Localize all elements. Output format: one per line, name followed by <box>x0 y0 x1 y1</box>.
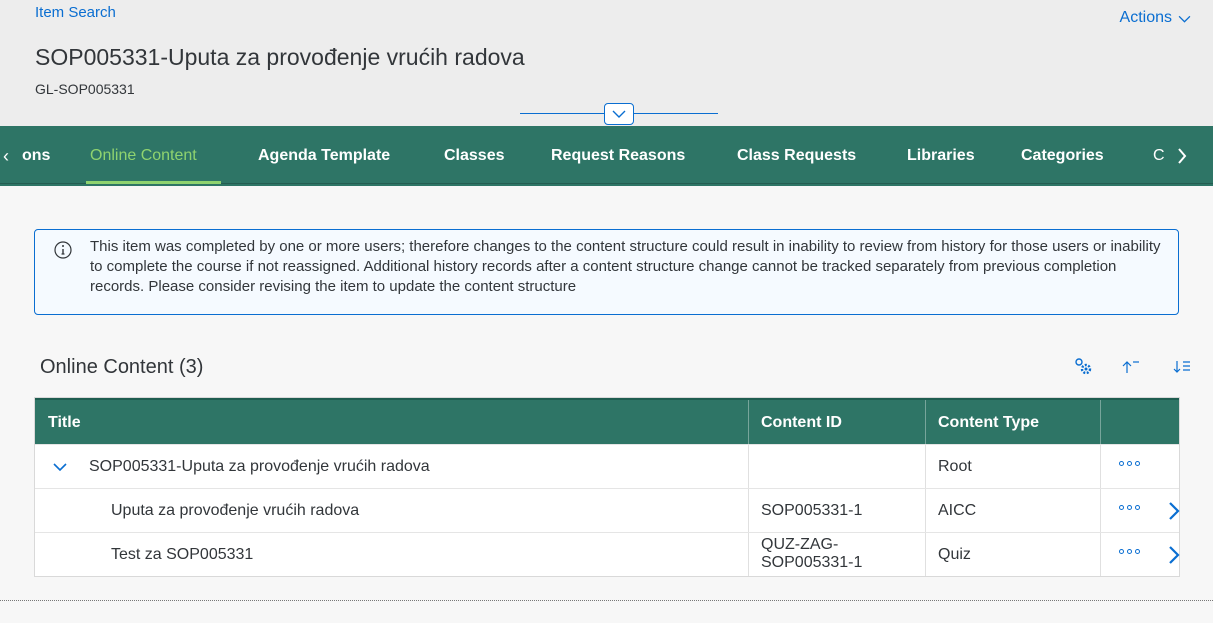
more-options-icon[interactable] <box>1119 461 1140 466</box>
column-header-content-type[interactable]: Content Type <box>938 414 1039 432</box>
actions-menu-button[interactable]: Actions <box>1120 9 1191 27</box>
page-title: SOP005331-Uputa za provođenje vrućih rad… <box>35 44 525 70</box>
cell-content-id: QUZ-ZAG- SOP005331-1 <box>761 536 862 572</box>
chevron-down-icon <box>612 110 626 118</box>
cell-content-id-line: SOP005331-1 <box>761 554 863 571</box>
settings-icon[interactable] <box>1070 356 1096 378</box>
collapse-line-right <box>634 113 718 114</box>
column-divider <box>748 533 749 576</box>
navigate-chevron-right-icon[interactable] <box>1167 501 1181 521</box>
info-message-strip: This item was completed by one or more u… <box>34 229 1179 315</box>
tab-scroll-left-icon[interactable]: ‹ <box>3 146 9 167</box>
cell-content-type: AICC <box>938 502 977 519</box>
chevron-down-icon[interactable] <box>53 462 67 472</box>
cell-title: Test za SOP005331 <box>111 546 254 563</box>
tab-online-content[interactable]: Online Content <box>90 147 197 165</box>
tab-partial-left[interactable]: ons <box>22 147 50 165</box>
column-header-content-id[interactable]: Content ID <box>761 414 842 432</box>
tab-class-requests[interactable]: Class Requests <box>737 147 856 165</box>
selected-tab-indicator <box>86 181 221 184</box>
actions-label: Actions <box>1119 9 1172 26</box>
info-icon <box>54 241 72 259</box>
collapse-header-button[interactable] <box>604 103 634 125</box>
column-divider <box>925 489 926 532</box>
cell-content-id-line: QUZ-ZAG- <box>761 536 839 553</box>
column-divider <box>748 445 749 488</box>
column-divider <box>748 489 749 532</box>
object-page-header: Item Search Actions SOP005331-Uputa za p… <box>0 0 1213 126</box>
column-divider <box>1100 489 1101 532</box>
tab-libraries[interactable]: Libraries <box>907 147 975 165</box>
table-row[interactable]: SOP005331-Uputa za provođenje vrućih rad… <box>35 444 1179 488</box>
tab-request-reasons[interactable]: Request Reasons <box>551 147 685 165</box>
online-content-table: Title Content ID Content Type SOP005331-… <box>34 397 1180 577</box>
column-header-title[interactable]: Title <box>48 414 81 432</box>
column-divider <box>1100 533 1101 576</box>
table-row[interactable]: Uputa za provođenje vrućih radova SOP005… <box>35 488 1181 532</box>
column-divider <box>925 445 926 488</box>
tab-classes[interactable]: Classes <box>444 147 505 165</box>
navigate-chevron-right-icon[interactable] <box>1167 545 1181 565</box>
breadcrumb-item-search[interactable]: Item Search <box>35 4 116 21</box>
cell-content-type: Root <box>938 458 972 475</box>
collapse-line-left <box>520 113 604 114</box>
footer-divider <box>0 600 1213 601</box>
more-options-icon[interactable] <box>1119 549 1140 554</box>
tab-scroll-right-icon[interactable] <box>1172 143 1192 169</box>
info-message-text: This item was completed by one or more u… <box>90 238 1161 295</box>
sort-list-icon[interactable] <box>1170 356 1194 378</box>
more-options-icon[interactable] <box>1119 505 1140 510</box>
section-title: Online Content (3) <box>40 356 204 378</box>
page-subtitle: GL-SOP005331 <box>35 81 135 97</box>
table-header: Title Content ID Content Type <box>35 398 1179 444</box>
tab-agenda-template[interactable]: Agenda Template <box>258 147 390 165</box>
column-divider <box>1100 400 1101 444</box>
table-row[interactable]: Test za SOP005331 QUZ-ZAG- SOP005331-1 Q… <box>35 532 1181 576</box>
column-divider <box>1100 445 1101 488</box>
chevron-down-icon <box>1178 15 1191 23</box>
cell-title: SOP005331-Uputa za provođenje vrućih rad… <box>89 458 430 475</box>
tab-partial-right[interactable]: C <box>1153 147 1165 165</box>
cell-content-type: Quiz <box>938 546 971 563</box>
column-divider <box>748 400 749 444</box>
sort-ascending-icon[interactable] <box>1118 356 1144 378</box>
column-divider <box>925 400 926 444</box>
cell-content-id: SOP005331-1 <box>761 502 863 519</box>
column-divider <box>925 533 926 576</box>
tab-categories[interactable]: Categories <box>1021 147 1104 165</box>
cell-title: Uputa za provođenje vrućih radova <box>111 502 360 519</box>
